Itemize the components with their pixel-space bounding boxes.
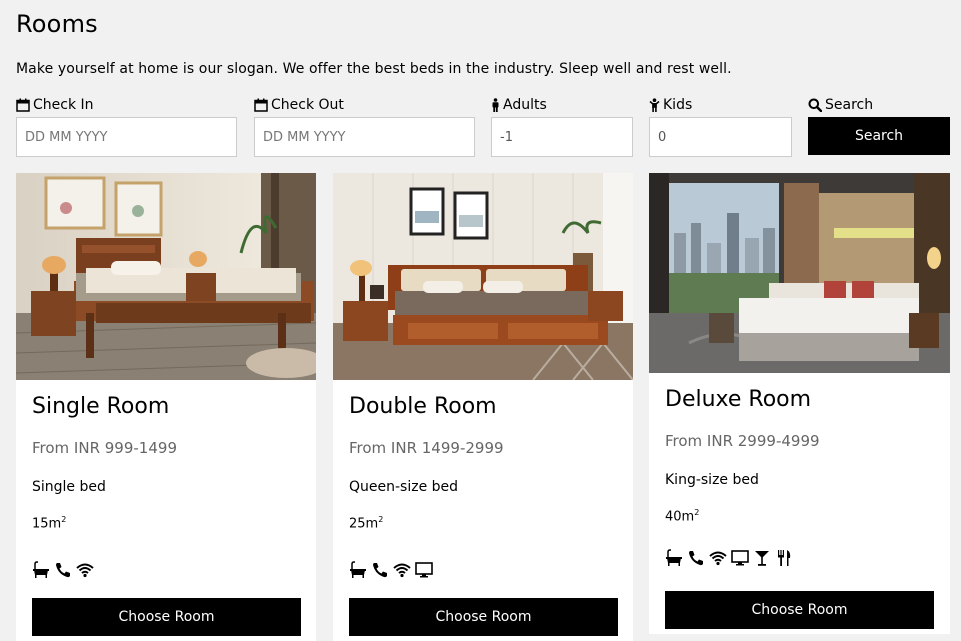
- room-card-double: Double Room From INR 1499-2999 Queen-siz…: [333, 173, 633, 641]
- room-size: 25m2: [349, 515, 384, 532]
- male-icon: [492, 98, 499, 112]
- room-name: Deluxe Room: [665, 387, 812, 412]
- phone-icon: [54, 561, 72, 579]
- wifi-icon: [76, 561, 94, 579]
- bath-icon: [349, 561, 367, 579]
- room-price: From INR 999-1499: [32, 439, 177, 457]
- check-out-input[interactable]: [254, 117, 475, 157]
- adults-field: Adults: [491, 96, 633, 157]
- wifi-icon: [709, 549, 727, 567]
- amenities: [665, 549, 793, 567]
- kids-label: Kids: [663, 97, 693, 113]
- cocktail-icon: [753, 549, 771, 567]
- choose-room-button[interactable]: Choose Room: [665, 591, 934, 629]
- choose-room-button[interactable]: Choose Room: [349, 598, 618, 636]
- room-size: 15m2: [32, 515, 67, 532]
- search-icon: [808, 98, 822, 112]
- cutlery-icon: [775, 549, 793, 567]
- room-name: Single Room: [32, 394, 170, 419]
- amenities: [32, 561, 94, 579]
- check-out-label: Check Out: [271, 97, 344, 113]
- phone-icon: [371, 561, 389, 579]
- room-price: From INR 2999-4999: [665, 432, 820, 450]
- tv-icon: [731, 549, 749, 567]
- child-icon: [649, 98, 660, 112]
- adults-label: Adults: [503, 97, 547, 113]
- kids-input[interactable]: [649, 117, 792, 157]
- check-in-field: Check In: [16, 96, 237, 157]
- page-title: Rooms: [16, 10, 98, 38]
- bed-type: King-size bed: [665, 472, 759, 488]
- amenities: [349, 561, 433, 579]
- phone-icon: [687, 549, 705, 567]
- room-name: Double Room: [349, 394, 497, 419]
- search-button[interactable]: Search: [808, 117, 950, 155]
- tv-icon: [415, 561, 433, 579]
- search-label: Search: [825, 97, 874, 113]
- calendar-icon: [16, 98, 30, 112]
- check-in-input[interactable]: [16, 117, 237, 157]
- room-size: 40m2: [665, 508, 700, 525]
- bed-type: Queen-size bed: [349, 479, 459, 495]
- check-in-label: Check In: [33, 97, 94, 113]
- check-out-field: Check Out: [254, 96, 475, 157]
- calendar-icon: [254, 98, 268, 112]
- room-card-deluxe: Deluxe Room From INR 2999-4999 King-size…: [649, 173, 950, 634]
- room-card-single: Single Room From INR 999-1499 Single bed…: [16, 173, 316, 641]
- wifi-icon: [393, 561, 411, 579]
- bed-type: Single bed: [32, 479, 106, 495]
- single-room-photo: [16, 173, 316, 380]
- adults-input[interactable]: [491, 117, 633, 157]
- search-field: Search Search: [808, 96, 950, 155]
- choose-room-button[interactable]: Choose Room: [32, 598, 301, 636]
- slogan-text: Make yourself at home is our slogan. We …: [16, 61, 732, 77]
- room-price: From INR 1499-2999: [349, 439, 504, 457]
- kids-field: Kids: [649, 96, 792, 157]
- bath-icon: [32, 561, 50, 579]
- bath-icon: [665, 549, 683, 567]
- deluxe-room-photo: [649, 173, 950, 373]
- double-room-photo: [333, 173, 633, 380]
